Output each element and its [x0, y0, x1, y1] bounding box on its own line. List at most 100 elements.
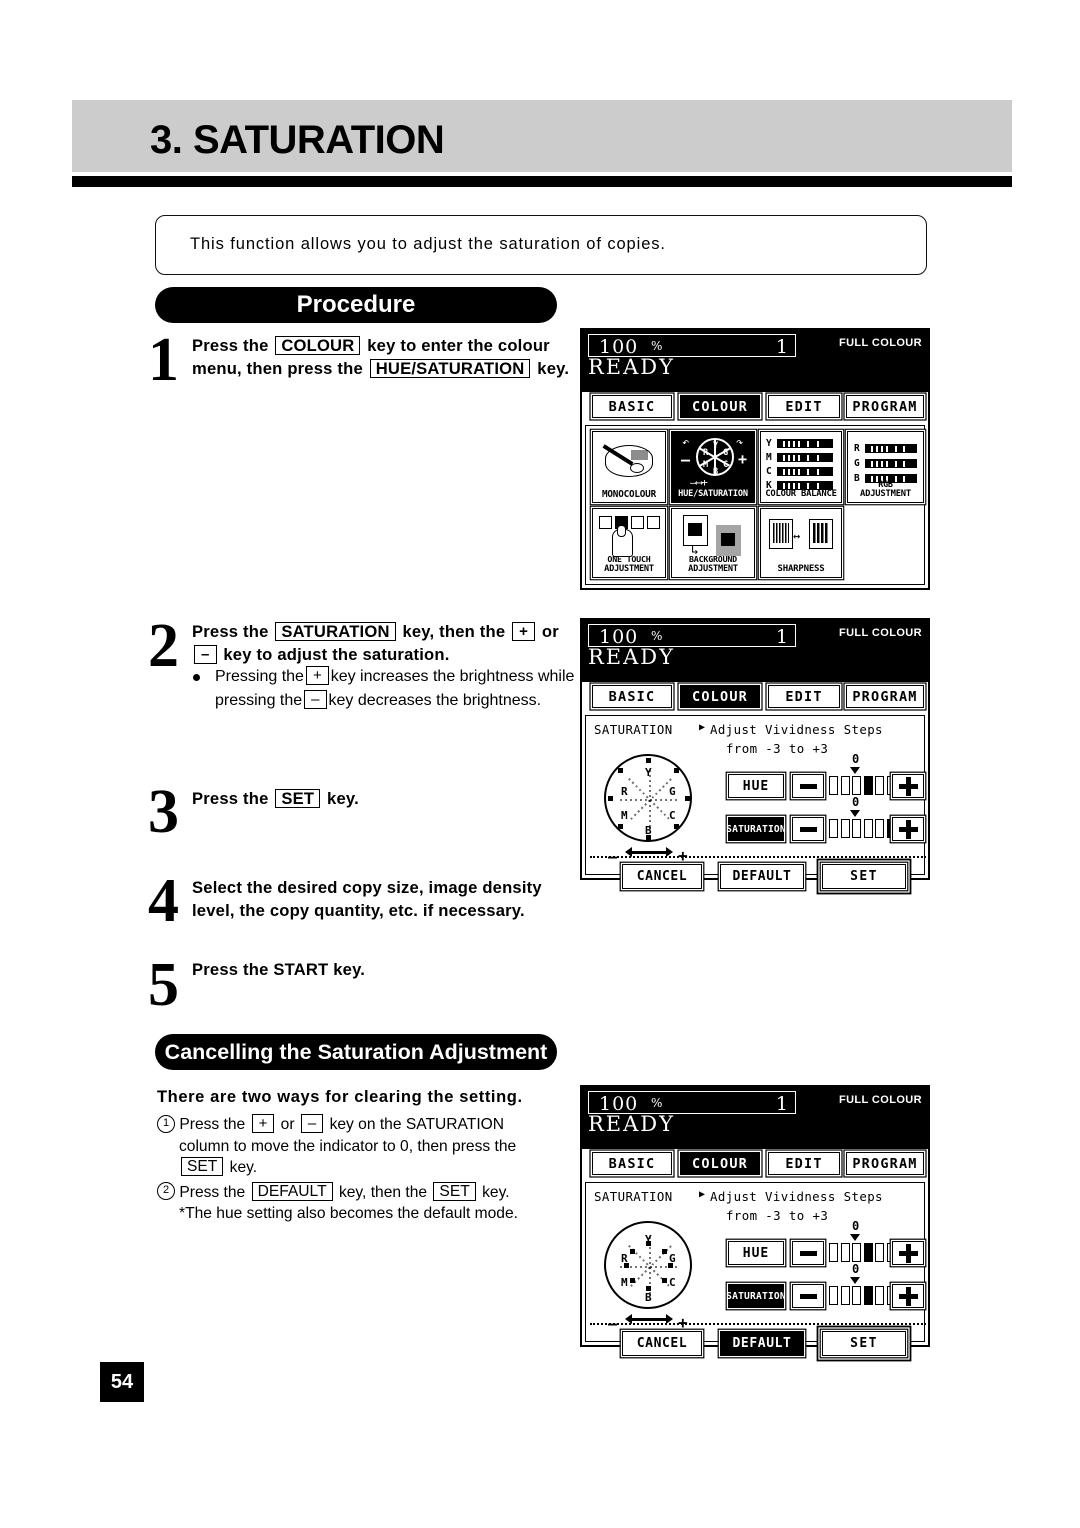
cell-monocolour[interactable]: MONOCOLOUR — [592, 431, 666, 503]
cancelling-heading: There are two ways for clearing the sett… — [157, 1088, 523, 1106]
rgb-label-r: R — [854, 443, 860, 454]
seg — [852, 776, 861, 795]
tab-basic[interactable]: BASIC — [592, 685, 672, 708]
lcd2-hue-plus-button[interactable] — [892, 774, 924, 798]
rgb-bar-g — [865, 459, 917, 468]
lcd2-set-button[interactable]: SET — [822, 864, 906, 889]
seg — [829, 819, 838, 838]
lcd3-cancel-button[interactable]: CANCEL — [622, 1331, 702, 1356]
bullet-minus-key[interactable]: – — [304, 689, 327, 709]
bullet-plus-key[interactable]: + — [305, 666, 329, 686]
item-2-default-key[interactable]: DEFAULT — [251, 1181, 333, 1201]
lcd3-saturation-minus-button[interactable] — [792, 1284, 824, 1308]
cancelling-section: There are two ways for clearing the sett… — [157, 1086, 569, 1225]
item-2-c: key. — [482, 1183, 510, 1201]
set-key[interactable]: SET — [275, 789, 321, 809]
minus-key[interactable]: – — [194, 645, 217, 665]
cancelling-item-1: 1 Press the + or – key on the SATURATION… — [157, 1114, 569, 1179]
hue-saturation-key[interactable]: HUE/SATURATION — [369, 359, 531, 379]
lcd3-hue-minus-button[interactable] — [792, 1241, 824, 1265]
wheel-marker — [618, 768, 623, 773]
lcd2-saturation-zero-label: 0 — [852, 795, 860, 809]
plus-key[interactable]: + — [512, 622, 536, 642]
item-1-plus-key[interactable]: + — [251, 1114, 275, 1134]
wheel-marker — [646, 758, 651, 763]
step-1-number: 1 — [148, 326, 179, 394]
tab-edit[interactable]: EDIT — [768, 1152, 840, 1175]
lcd2-saturation-plus-button[interactable] — [892, 817, 924, 841]
manual-page: 3. SATURATION This function allows you t… — [0, 0, 1080, 1528]
seg — [829, 1286, 838, 1305]
lcd3-saturation-pointer-icon — [850, 1277, 860, 1284]
balance-label-y: Y — [766, 438, 772, 449]
lcd2-hue-wheel: Y R G M C B — [604, 754, 692, 842]
intro-text: This function allows you to adjust the s… — [190, 235, 666, 253]
cell-colour-balance[interactable]: Y M C K COLOUR BALANCE — [760, 431, 842, 503]
item-1-set-key[interactable]: SET — [181, 1157, 224, 1177]
tab-edit[interactable]: EDIT — [768, 395, 840, 418]
lcd-panel-saturation-adjust[interactable]: 100 % 1 FULL COLOUR READY BASIC COLOUR E… — [580, 618, 930, 889]
colour-key[interactable]: COLOUR — [275, 336, 361, 356]
tab-colour[interactable]: COLOUR — [680, 685, 760, 708]
lcd-panel-colour-menu[interactable]: 100 % 1 FULL COLOUR READY BASIC COLOUR E… — [580, 328, 930, 590]
tab-program[interactable]: PROGRAM — [846, 685, 924, 708]
cell-hue-saturation[interactable]: Y G C B M R – + ↶ ↷ –⟷+ HUE/SATURATION — [671, 431, 755, 503]
plus-icon-v — [906, 777, 911, 796]
item-1-b: or — [280, 1116, 295, 1133]
balance-row-m: M — [766, 452, 833, 463]
step-2-line2b: key to adjust the saturation. — [223, 645, 450, 664]
lcd2-cancel-button[interactable]: CANCEL — [622, 864, 702, 889]
tab-colour[interactable]: COLOUR — [680, 395, 760, 418]
lcd-panel-saturation-default[interactable]: 100 % 1 FULL COLOUR READY BASIC COLOUR E… — [580, 1085, 930, 1356]
lcd3-hue-plus-button[interactable] — [892, 1241, 924, 1265]
lcd3-saturation-zero-label: 0 — [852, 1262, 860, 1276]
cell-background-adjustment[interactable]: ↳ BACKGROUND ADJUSTMENT — [671, 508, 755, 578]
saturation-key[interactable]: SATURATION — [275, 622, 396, 642]
lcd2-saturation-minus-button[interactable] — [792, 817, 824, 841]
lcd2-hue-minus-button[interactable] — [792, 774, 824, 798]
lcd3-set-button[interactable]: SET — [822, 1331, 906, 1356]
lcd1-colour-mode: FULL COLOUR — [838, 337, 922, 349]
procedure-banner: Procedure — [155, 287, 557, 323]
hue-label-c: C — [669, 1276, 676, 1289]
item-2-note: *The hue setting also becomes the defaul… — [179, 1205, 518, 1222]
cell-sharpness-label: SHARPNESS — [777, 564, 825, 575]
hue-label-m: M — [621, 1276, 628, 1289]
cell-one-touch-adjustment[interactable]: ONE TOUCH ADJUSTMENT — [592, 508, 666, 578]
item-1-d: column to move the indicator to 0, then … — [179, 1137, 517, 1155]
lcd3-saturation-button[interactable]: SATURATION — [726, 1284, 786, 1308]
lcd3-body: SATURATION ▶ Adjust Vividness Steps from… — [585, 1182, 926, 1356]
lcd3-title: SATURATION — [594, 1189, 673, 1204]
step-5-text: Press the START key. — [192, 960, 366, 979]
tab-edit[interactable]: EDIT — [768, 685, 840, 708]
page-number: 54 — [100, 1362, 144, 1402]
seg — [852, 819, 861, 838]
step-1-line1a: Press the — [192, 336, 269, 355]
tab-basic[interactable]: BASIC — [592, 1152, 672, 1175]
tab-program[interactable]: PROGRAM — [846, 395, 924, 418]
lcd3-hue-button[interactable]: HUE — [728, 1241, 784, 1265]
step-3-line1a: Press the — [192, 789, 269, 808]
lcd3-colour-mode: FULL COLOUR — [838, 1094, 922, 1106]
lcd2-saturation-button[interactable]: SATURATION — [726, 817, 786, 841]
cell-sharpness[interactable]: ↔ SHARPNESS — [760, 508, 842, 578]
item-2-set-key[interactable]: SET — [433, 1181, 476, 1201]
cell-rgb-adjustment[interactable]: R G B RGB ADJUSTMENT — [847, 431, 924, 503]
step-3-number: 3 — [148, 778, 179, 846]
step-2-text: Press the SATURATION key, then the + or … — [192, 620, 572, 666]
item-1-marker: 1 — [157, 1114, 175, 1133]
wheel-label-c: C — [723, 460, 729, 470]
tab-program[interactable]: PROGRAM — [846, 1152, 924, 1175]
tab-colour[interactable]: COLOUR — [680, 1152, 760, 1175]
bullet-b: key increases the brightness — [330, 668, 534, 685]
wheel-label-b: B — [713, 467, 719, 477]
lcd1-status-bar: 100 % 1 FULL COLOUR READY — [582, 330, 928, 392]
tab-basic[interactable]: BASIC — [592, 395, 672, 418]
lcd2-default-button[interactable]: DEFAULT — [720, 864, 804, 889]
lcd2-hue-button[interactable]: HUE — [728, 774, 784, 798]
lcd3-saturation-plus-button[interactable] — [892, 1284, 924, 1308]
step-1-line1b: key to enter the colour — [367, 336, 550, 355]
item-1-minus-key[interactable]: – — [300, 1114, 324, 1134]
seg — [875, 1243, 884, 1262]
lcd3-default-button[interactable]: DEFAULT — [720, 1331, 804, 1356]
